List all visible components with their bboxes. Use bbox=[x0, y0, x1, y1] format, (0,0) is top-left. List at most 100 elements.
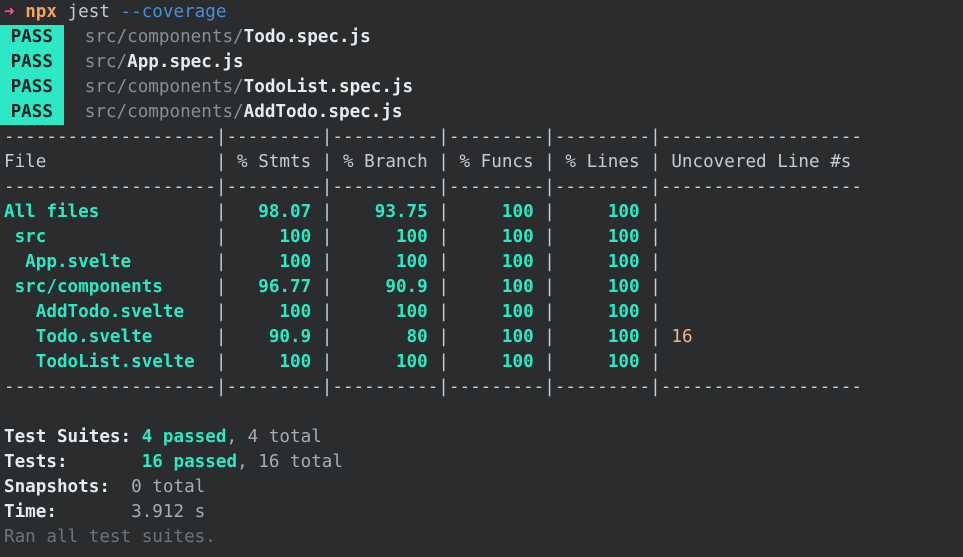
column-divider: | bbox=[311, 277, 332, 297]
table-row: src | 100 | 100 | 100 | 100 | bbox=[4, 225, 661, 250]
column-divider: | bbox=[311, 327, 332, 347]
row-file-name: AddTodo.svelte bbox=[4, 302, 216, 322]
row-file-name: src/components bbox=[4, 277, 216, 297]
summary-tests-passed: 16 passed bbox=[142, 452, 237, 472]
column-divider: | bbox=[216, 327, 227, 347]
table-separator-text: --------------------|---------|---------… bbox=[4, 177, 862, 197]
column-divider: | bbox=[640, 327, 661, 347]
column-divider: | bbox=[216, 302, 227, 322]
summary-test-suites-label: Test Suites: bbox=[4, 427, 131, 447]
summary-snapshots: Snapshots: 0 total bbox=[4, 475, 205, 500]
row-branch: 80 bbox=[332, 327, 427, 347]
terminal-window: ➜ npx jest --coverage PASS src/component… bbox=[0, 0, 963, 557]
column-divider: | bbox=[640, 352, 661, 372]
suite-directory: src/components/ bbox=[85, 77, 244, 97]
row-branch: 100 bbox=[332, 227, 427, 247]
column-divider: | bbox=[216, 252, 227, 272]
suite-directory: src/components/ bbox=[85, 27, 244, 47]
prompt-arrow-icon: ➜ bbox=[4, 2, 15, 22]
column-divider: | bbox=[640, 227, 661, 247]
column-divider: | bbox=[428, 252, 449, 272]
summary-snapshots-value: 0 total bbox=[131, 477, 205, 497]
column-divider: | bbox=[428, 327, 449, 347]
table-row: App.svelte | 100 | 100 | 100 | 100 | bbox=[4, 250, 661, 275]
summary-test-suites-passed: 4 passed bbox=[142, 427, 227, 447]
row-branch: 90.9 bbox=[332, 277, 427, 297]
suite-filename: AddTodo.spec.js bbox=[244, 102, 403, 122]
column-divider: | bbox=[534, 327, 555, 347]
row-stmts: 98.07 bbox=[226, 202, 311, 222]
row-lines: 100 bbox=[555, 302, 640, 322]
suite-filename: App.spec.js bbox=[127, 52, 244, 72]
summary-time-value: 3.912 s bbox=[131, 502, 205, 522]
column-divider: | bbox=[534, 352, 555, 372]
row-lines: 100 bbox=[555, 202, 640, 222]
suite-result-row: PASS src/App.spec.js bbox=[0, 50, 244, 75]
table-row: AddTodo.svelte | 100 | 100 | 100 | 100 | bbox=[4, 300, 661, 325]
row-lines: 100 bbox=[555, 252, 640, 272]
summary-test-suites-total: , 4 total bbox=[226, 427, 321, 447]
row-lines: 100 bbox=[555, 227, 640, 247]
column-divider: | bbox=[534, 252, 555, 272]
table-separator-text: --------------------|---------|---------… bbox=[4, 127, 862, 147]
row-file-name: All files bbox=[4, 202, 216, 222]
row-lines: 100 bbox=[555, 327, 640, 347]
row-funcs: 100 bbox=[449, 302, 534, 322]
table-row: All files | 98.07 | 93.75 | 100 | 100 | bbox=[4, 200, 661, 225]
row-funcs: 100 bbox=[449, 252, 534, 272]
row-uncovered-lines: 16 bbox=[661, 327, 693, 347]
column-divider: | bbox=[534, 227, 555, 247]
row-stmts: 100 bbox=[226, 302, 311, 322]
suite-result-row: PASS src/components/Todo.spec.js bbox=[0, 25, 371, 50]
summary-footer-text: Ran all test suites. bbox=[4, 527, 216, 547]
row-branch: 100 bbox=[332, 302, 427, 322]
row-file-name: Todo.svelte bbox=[4, 327, 216, 347]
prompt-arg: jest bbox=[68, 2, 110, 22]
table-row: Todo.svelte | 90.9 | 80 | 100 | 100 | 16 bbox=[4, 325, 693, 350]
column-divider: | bbox=[311, 252, 332, 272]
row-stmts: 90.9 bbox=[226, 327, 311, 347]
suite-directory: src/ bbox=[85, 52, 127, 72]
suite-result-row: PASS src/components/TodoList.spec.js bbox=[0, 75, 413, 100]
table-separator: --------------------|---------|---------… bbox=[4, 175, 862, 200]
column-divider: | bbox=[311, 227, 332, 247]
summary-tests: Tests: 16 passed, 16 total bbox=[4, 450, 343, 475]
status-badge-pass: PASS bbox=[0, 25, 64, 50]
row-funcs: 100 bbox=[449, 327, 534, 347]
status-badge-pass: PASS bbox=[0, 50, 64, 75]
row-file-name: TodoList.svelte bbox=[4, 352, 216, 372]
row-branch: 100 bbox=[332, 252, 427, 272]
summary-time-label: Time: bbox=[4, 502, 57, 522]
row-lines: 100 bbox=[555, 277, 640, 297]
row-stmts: 96.77 bbox=[226, 277, 311, 297]
column-divider: | bbox=[311, 302, 332, 322]
row-funcs: 100 bbox=[449, 277, 534, 297]
summary-tests-total: , 16 total bbox=[237, 452, 343, 472]
column-divider: | bbox=[428, 352, 449, 372]
row-file-name: src bbox=[4, 227, 216, 247]
summary-test-suites: Test Suites: 4 passed, 4 total bbox=[4, 425, 322, 450]
prompt-line: ➜ npx jest --coverage bbox=[4, 0, 226, 25]
column-divider: | bbox=[428, 227, 449, 247]
column-divider: | bbox=[216, 227, 227, 247]
row-funcs: 100 bbox=[449, 352, 534, 372]
column-divider: | bbox=[428, 202, 449, 222]
suite-filename: Todo.spec.js bbox=[244, 27, 371, 47]
summary-footer: Ran all test suites. bbox=[4, 525, 216, 550]
column-divider: | bbox=[428, 302, 449, 322]
table-separator-text: --------------------|---------|---------… bbox=[4, 377, 862, 397]
status-badge-pass: PASS bbox=[0, 75, 64, 100]
table-row: src/components | 96.77 | 90.9 | 100 | 10… bbox=[4, 275, 661, 300]
row-stmts: 100 bbox=[226, 227, 311, 247]
column-divider: | bbox=[640, 277, 661, 297]
summary-tests-label: Tests: bbox=[4, 452, 68, 472]
column-divider: | bbox=[311, 352, 332, 372]
suite-result-row: PASS src/components/AddTodo.spec.js bbox=[0, 100, 403, 125]
row-branch: 93.75 bbox=[332, 202, 427, 222]
column-divider: | bbox=[640, 202, 661, 222]
suite-filename: TodoList.spec.js bbox=[244, 77, 413, 97]
summary-snapshots-label: Snapshots: bbox=[4, 477, 110, 497]
summary-time: Time: 3.912 s bbox=[4, 500, 205, 525]
column-divider: | bbox=[428, 277, 449, 297]
row-stmts: 100 bbox=[226, 252, 311, 272]
